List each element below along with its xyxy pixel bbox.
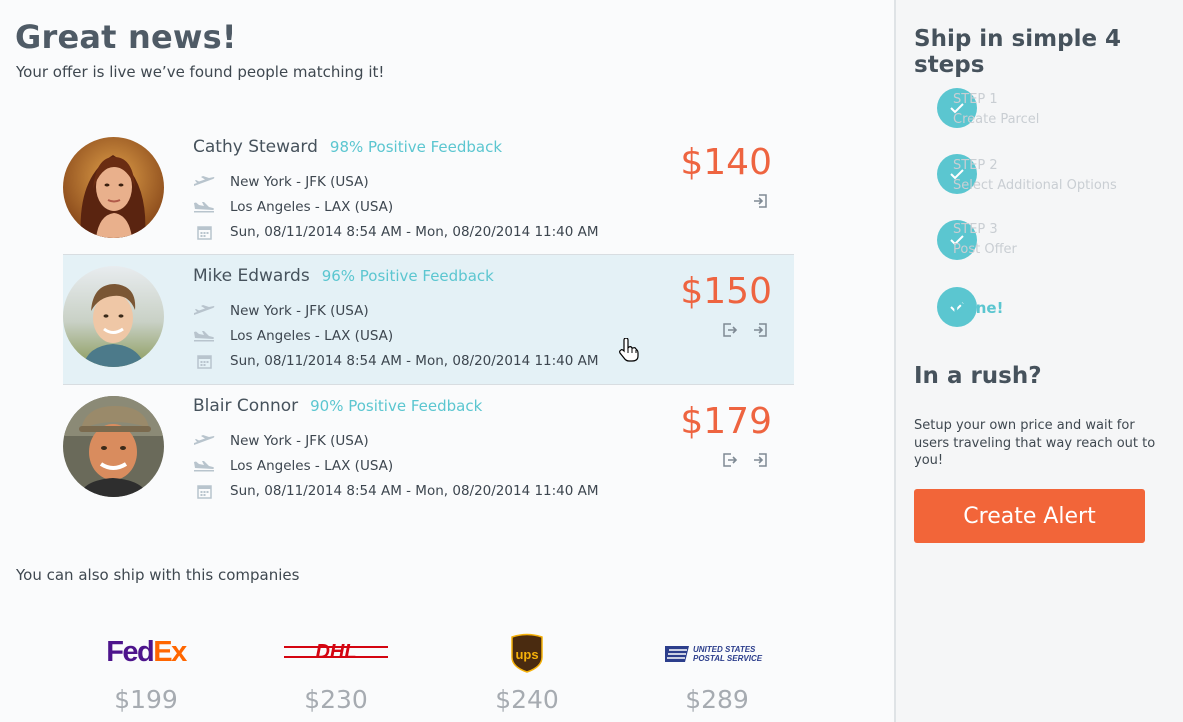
plane-landing-icon <box>193 459 215 473</box>
step-label: Done! <box>953 299 1004 317</box>
fedex-logo-text-fed: Fed <box>106 636 155 668</box>
step-label: Create Parcel <box>953 112 1040 127</box>
arrival-row: Los Angeles - LAX (USA) <box>193 199 393 215</box>
step-2: STEP 2 Select Additional Options <box>896 154 1183 198</box>
dhl-logo[interactable]: DHL <box>271 630 401 675</box>
step-label: Post Offer <box>953 242 1017 257</box>
offer-card[interactable]: Mike Edwards 96% Positive Feedback New Yo… <box>63 255 794 384</box>
main-content: Great news! Your offer is live we’ve fou… <box>0 0 894 722</box>
departure-row: New York - JFK (USA) <box>193 433 369 449</box>
company-price: $289 <box>685 685 749 714</box>
company-option-ups[interactable]: ups $240 <box>462 630 592 714</box>
courier-name[interactable]: Blair Connor <box>193 396 298 416</box>
avatar <box>63 137 164 238</box>
plane-landing-icon <box>193 200 215 214</box>
plane-takeoff-icon <box>193 434 215 448</box>
step-number: STEP 1 <box>953 92 998 107</box>
fedex-logo[interactable]: FedEx <box>81 630 211 675</box>
usps-logo-text-line1: UNITED STATES <box>693 645 756 654</box>
step-3: STEP 3 Post Offer <box>896 220 1183 264</box>
ups-logo[interactable]: ups <box>462 630 592 675</box>
departure-city: New York - JFK (USA) <box>230 174 369 190</box>
arrival-city: Los Angeles - LAX (USA) <box>230 328 394 344</box>
sign-in-icon[interactable] <box>752 322 768 338</box>
dhl-logo-text: DHL <box>315 641 356 663</box>
page-subtitle: Your offer is live we’ve found people ma… <box>16 63 385 81</box>
sidebar: Ship in simple 4 steps STEP 1 Create Par… <box>894 0 1183 722</box>
arrival-city: Los Angeles - LAX (USA) <box>230 458 394 474</box>
rush-description: Setup your own price and wait for users … <box>914 418 1156 468</box>
departure-city: New York - JFK (USA) <box>230 433 369 449</box>
companies-heading: You can also ship with this companies <box>16 566 300 584</box>
company-price: $199 <box>114 685 178 714</box>
dates-row: Sun, 08/11/2014 8:54 AM - Mon, 08/20/201… <box>193 353 599 369</box>
calendar-icon <box>193 484 215 499</box>
offer-price: $179 <box>680 401 772 442</box>
calendar-icon <box>193 225 215 240</box>
travel-dates: Sun, 08/11/2014 8:54 AM - Mon, 08/20/201… <box>230 483 599 499</box>
arrival-row: Los Angeles - LAX (USA) <box>193 328 393 344</box>
sign-out-icon[interactable] <box>722 452 738 468</box>
step-number: STEP 2 <box>953 158 998 173</box>
offer-price: $150 <box>680 271 772 312</box>
courier-name-row: Mike Edwards 96% Positive Feedback <box>193 266 494 286</box>
avatar-woman-photo <box>63 137 164 238</box>
usps-logo-text-line2: POSTAL SERVICE <box>693 654 763 663</box>
offer-actions <box>722 452 768 468</box>
plane-landing-icon <box>193 329 215 343</box>
offer-card[interactable]: Blair Connor 90% Positive Feedback New Yo… <box>63 385 794 514</box>
feedback-rating: 96% Positive Feedback <box>321 267 494 285</box>
ups-logo-text: ups <box>515 647 538 662</box>
company-option-usps[interactable]: UNITED STATES POSTAL SERVICE $289 <box>652 630 782 714</box>
dates-row: Sun, 08/11/2014 8:54 AM - Mon, 08/20/201… <box>193 224 599 240</box>
fedex-logo-text-ex: Ex <box>153 636 187 668</box>
company-option-fedex[interactable]: FedEx $199 <box>81 630 211 714</box>
step-label: Select Additional Options <box>953 178 1117 193</box>
steps-title: Ship in simple 4 steps <box>914 26 1122 78</box>
departure-row: New York - JFK (USA) <box>193 174 369 190</box>
courier-name-row: Blair Connor 90% Positive Feedback <box>193 396 482 416</box>
calendar-icon <box>193 354 215 369</box>
offer-actions <box>752 193 768 209</box>
sign-in-icon[interactable] <box>752 452 768 468</box>
avatar <box>63 396 164 497</box>
plane-takeoff-icon <box>193 175 215 189</box>
company-option-dhl[interactable]: DHL $230 <box>271 630 401 714</box>
feedback-rating: 98% Positive Feedback <box>329 138 503 156</box>
sign-out-icon[interactable] <box>722 322 738 338</box>
arrival-row: Los Angeles - LAX (USA) <box>193 458 393 474</box>
hand-cursor-icon <box>619 338 639 362</box>
courier-name[interactable]: Mike Edwards <box>193 266 310 286</box>
offer-price: $140 <box>680 142 772 183</box>
rush-title: In a rush? <box>914 363 1042 389</box>
departure-city: New York - JFK (USA) <box>230 303 369 319</box>
avatar-man-photo <box>63 266 164 367</box>
avatar-man-cap-photo <box>63 396 164 497</box>
dates-row: Sun, 08/11/2014 8:54 AM - Mon, 08/20/201… <box>193 483 599 499</box>
company-price: $230 <box>304 685 368 714</box>
avatar <box>63 266 164 367</box>
travel-dates: Sun, 08/11/2014 8:54 AM - Mon, 08/20/201… <box>230 224 599 240</box>
departure-row: New York - JFK (USA) <box>193 303 369 319</box>
plane-takeoff-icon <box>193 304 215 318</box>
travel-dates: Sun, 08/11/2014 8:54 AM - Mon, 08/20/201… <box>230 353 599 369</box>
courier-name-row: Cathy Steward 98% Positive Feedback <box>193 137 502 157</box>
usps-logo[interactable]: UNITED STATES POSTAL SERVICE <box>652 630 782 675</box>
courier-name[interactable]: Cathy Steward <box>193 137 318 157</box>
step-number: STEP 3 <box>953 222 998 237</box>
create-alert-button[interactable]: Create Alert <box>914 489 1145 543</box>
sign-in-icon[interactable] <box>752 193 768 209</box>
step-done: Done! <box>896 287 1183 331</box>
page-title: Great news! <box>15 18 237 56</box>
feedback-rating: 90% Positive Feedback <box>310 397 483 415</box>
offer-card[interactable]: Cathy Steward 98% Positive Feedback New Y… <box>63 126 794 255</box>
arrival-city: Los Angeles - LAX (USA) <box>230 199 394 215</box>
company-price: $240 <box>495 685 559 714</box>
step-1: STEP 1 Create Parcel <box>896 88 1183 132</box>
offer-actions <box>722 322 768 338</box>
